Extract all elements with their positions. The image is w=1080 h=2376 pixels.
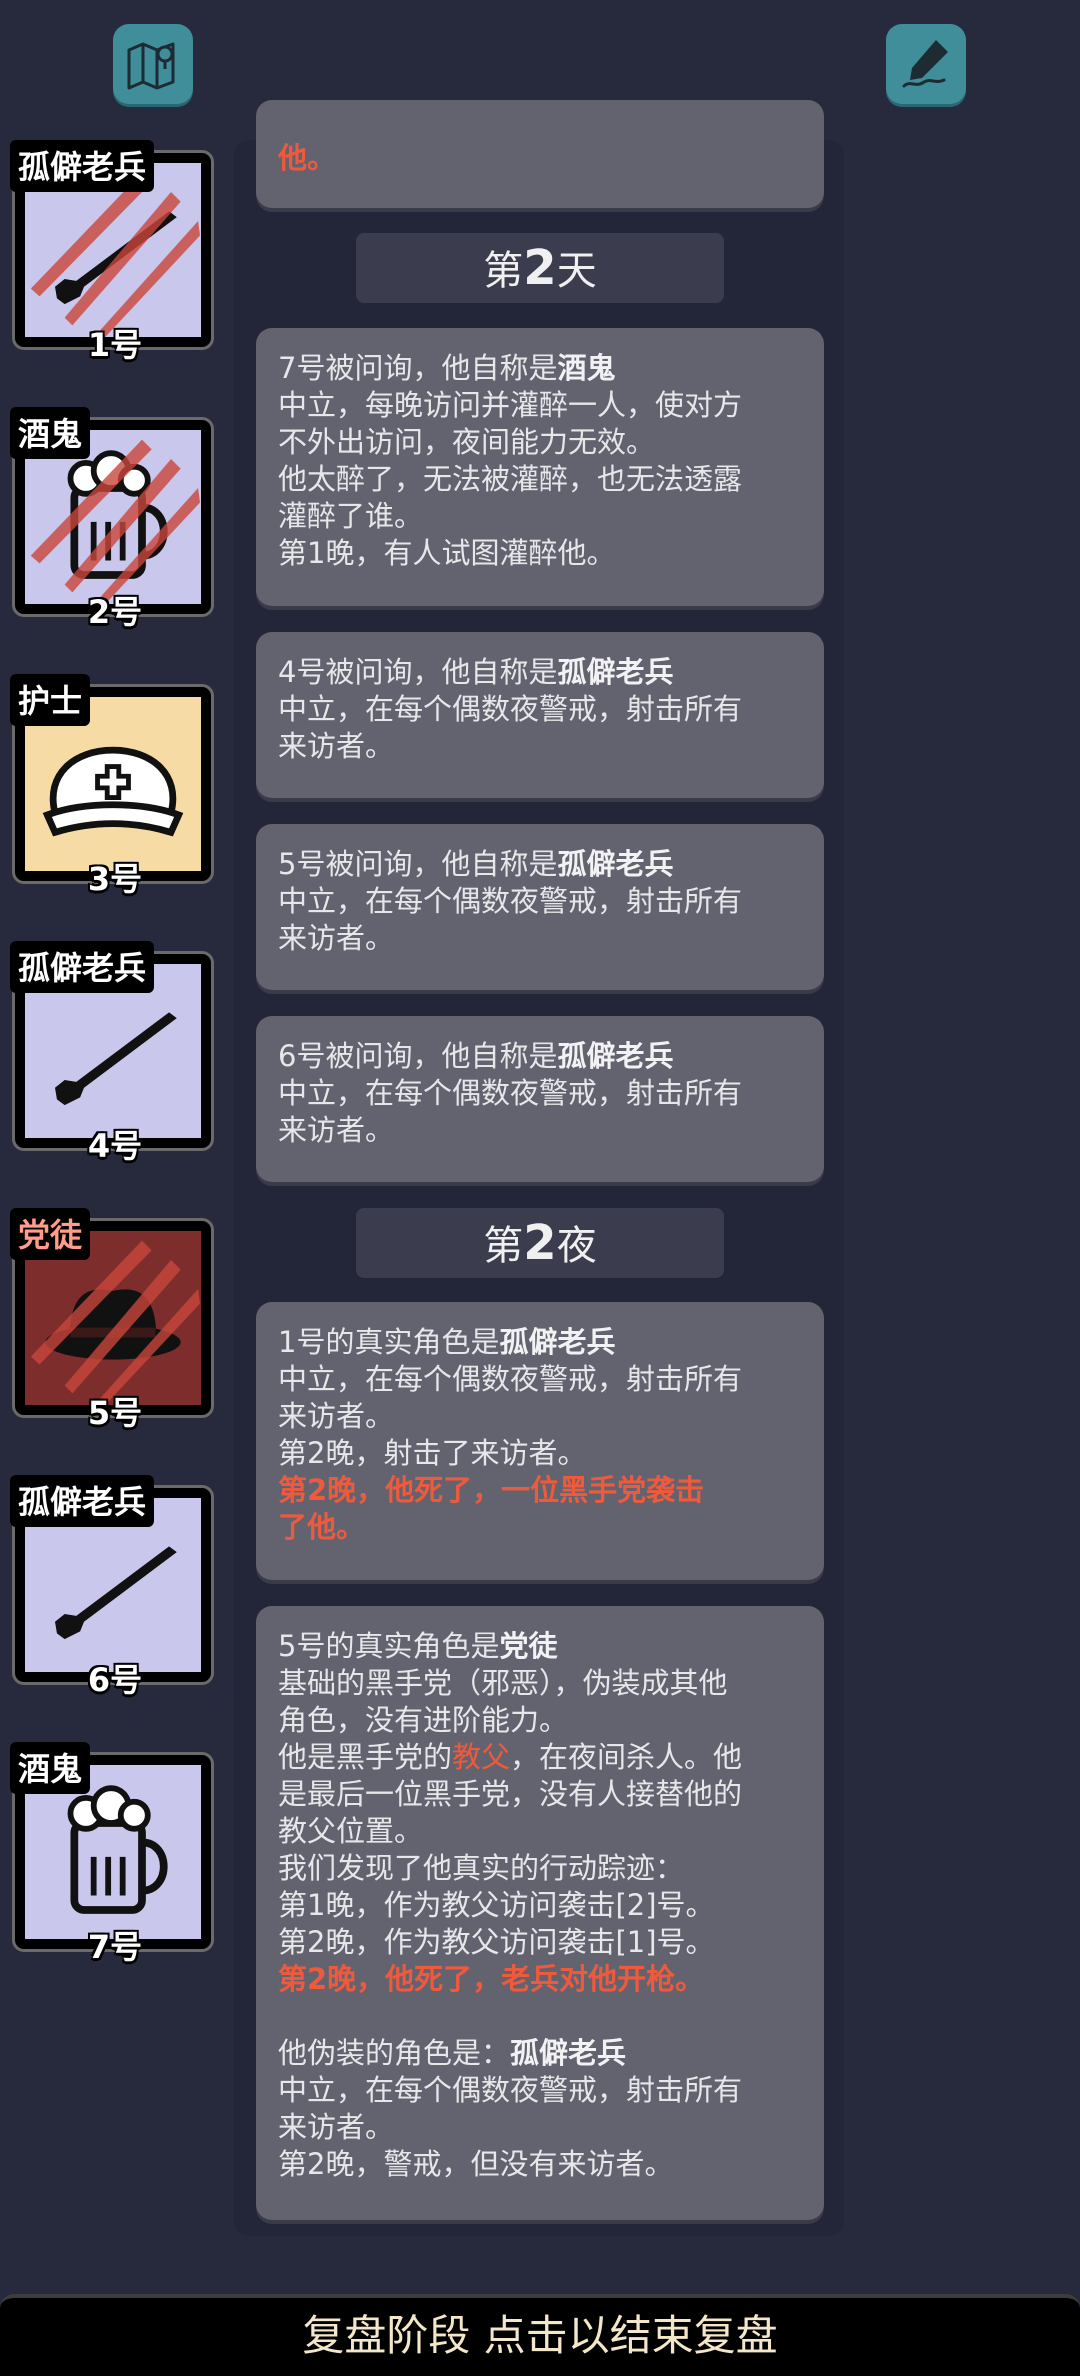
entry-intro: 4号被问询，他自称是	[278, 655, 558, 689]
entry-line: 我们发现了他真实的行动踪迹：	[278, 1851, 685, 1885]
player-number: 1号	[87, 326, 143, 364]
death-text: 第2晚，他死了，一位黑手党袭击	[278, 1473, 705, 1507]
role-tag: 酒鬼	[10, 1742, 91, 1794]
player-number: 4号	[87, 1127, 143, 1165]
player-number: 3号	[87, 860, 143, 898]
player-card-2[interactable]: 酒鬼 2号	[10, 407, 220, 631]
entry-line: 基础的黑手党（邪恶），伪装成其他	[278, 1666, 728, 1700]
claimed-role: 孤僻老兵	[557, 847, 674, 881]
entry-line: 第1晚，作为教父访问袭击[2]号。	[278, 1888, 715, 1922]
player-number: 2号	[87, 593, 143, 631]
entry-line: 来访者。	[278, 729, 395, 763]
role-tag: 孤僻老兵	[10, 941, 155, 993]
death-text: 第2晚，他死了，老兵对他开枪。	[278, 1962, 705, 1996]
role-tag: 酒鬼	[10, 407, 91, 459]
header-suffix: 天	[556, 248, 597, 294]
log-entry-previous: 他。	[256, 100, 824, 208]
entry-line: 中立，在每个偶数夜警戒，射击所有	[278, 2073, 743, 2107]
edit-notes-button[interactable]	[886, 24, 966, 104]
claimed-role: 酒鬼	[557, 351, 616, 385]
log-entry: 5号被问询，他自称是孤僻老兵 中立，在每个偶数夜警戒，射击所有 来访者。	[256, 824, 824, 990]
entry-line: 教父位置。	[278, 1814, 424, 1848]
entry-intro: 7号被问询，他自称是	[278, 351, 558, 385]
entry-intro: 6号被问询，他自称是	[278, 1039, 558, 1073]
player-number: 7号	[87, 1928, 143, 1966]
entry-intro: 5号被问询，他自称是	[278, 847, 558, 881]
disguise-role: 孤僻老兵	[510, 2036, 627, 2070]
log-entry: 7号被问询，他自称是酒鬼 中立，每晚访问并灌醉一人，使对方 不外出访问，夜间能力…	[256, 328, 824, 606]
map-button[interactable]	[113, 24, 193, 104]
player-number: 5号	[87, 1394, 143, 1432]
disguise-intro: 他伪装的角色是：	[278, 2036, 511, 2070]
entry-line: 中立，在每个偶数夜警戒，射击所有	[278, 884, 743, 918]
entry-line: 灌醉了谁。	[278, 499, 424, 533]
role-tag: 孤僻老兵	[10, 1475, 155, 1527]
entry-line: 来访者。	[278, 1399, 395, 1433]
entry-intro: 5号的真实角色是	[278, 1629, 500, 1663]
role-tag: 孤僻老兵	[10, 140, 155, 192]
log-entry: 5号的真实角色是党徒 基础的黑手党（邪恶），伪装成其他 角色，没有进阶能力。 他…	[256, 1606, 824, 2220]
entry-line: 第2晚，射击了来访者。	[278, 1436, 587, 1470]
entry-line: 第2晚，警戒，但没有来访者。	[278, 2147, 674, 2181]
death-text: 了他。	[278, 1510, 366, 1544]
entry-line: 来访者。	[278, 2110, 395, 2144]
role-tag: 护士	[10, 674, 91, 726]
pen-edit-icon	[902, 40, 948, 88]
entry-line: 他太醉了，无法被灌醉，也无法透露	[278, 462, 743, 496]
true-role: 党徒	[499, 1629, 558, 1663]
entry-intro: 1号的真实角色是	[278, 1325, 500, 1359]
claimed-role: 孤僻老兵	[557, 655, 674, 689]
highlight-role: 教父	[452, 1740, 511, 1774]
entry-line: 不外出访问，夜间能力无效。	[278, 425, 656, 459]
header-number: 2	[523, 1215, 557, 1271]
player-number: 6号	[87, 1661, 143, 1699]
entry-line: 第2晚，作为教父访问袭击[1]号。	[278, 1925, 715, 1959]
player-card-4[interactable]: 孤僻老兵 4号	[10, 941, 220, 1165]
header-prefix: 第	[483, 248, 524, 294]
log-entry: 4号被问询，他自称是孤僻老兵 中立，在每个偶数夜警戒，射击所有 来访者。	[256, 632, 824, 798]
log-entry: 1号的真实角色是孤僻老兵 中立，在每个偶数夜警戒，射击所有 来访者。 第2晚，射…	[256, 1302, 824, 1580]
player-card-3[interactable]: 护士 3号	[10, 674, 220, 898]
header-number: 2	[523, 240, 557, 296]
claimed-role: 孤僻老兵	[557, 1039, 674, 1073]
map-icon	[127, 42, 175, 90]
player-card-5[interactable]: 党徒 5号	[10, 1208, 220, 1432]
entry-line: 中立，在每个偶数夜警戒，射击所有	[278, 1362, 743, 1396]
night-2-header: 第2夜	[356, 1208, 724, 1278]
entry-line: 第1晚，有人试图灌醉他。	[278, 536, 616, 570]
end-review-button[interactable]: 复盘阶段 点击以结束复盘	[0, 2294, 1080, 2376]
entry-line: 角色，没有进阶能力。	[278, 1703, 569, 1737]
entry-line: 中立，每晚访问并灌醉一人，使对方	[278, 388, 743, 422]
header-prefix: 第	[483, 1223, 524, 1269]
log-entry: 6号被问询，他自称是孤僻老兵 中立，在每个偶数夜警戒，射击所有 来访者。	[256, 1016, 824, 1182]
role-tag: 党徒	[10, 1208, 91, 1260]
entry-line: 他是黑手党的	[278, 1740, 453, 1774]
entry-line: 来访者。	[278, 1113, 395, 1147]
entry-line: 是最后一位黑手党，没有人接替他的	[278, 1777, 743, 1811]
entry-line: ，在夜间杀人。他	[510, 1740, 743, 1774]
player-card-1[interactable]: 孤僻老兵 1号	[10, 140, 220, 364]
player-card-6[interactable]: 孤僻老兵 6号	[10, 1475, 220, 1699]
entry-line: 中立，在每个偶数夜警戒，射击所有	[278, 1076, 743, 1110]
true-role: 孤僻老兵	[499, 1325, 616, 1359]
death-text: 他。	[278, 141, 337, 175]
day-2-header: 第2天	[356, 233, 724, 303]
header-suffix: 夜	[556, 1223, 597, 1269]
entry-line: 中立，在每个偶数夜警戒，射击所有	[278, 692, 743, 726]
player-card-7[interactable]: 酒鬼 7号	[10, 1742, 220, 1966]
entry-line: 来访者。	[278, 921, 395, 955]
